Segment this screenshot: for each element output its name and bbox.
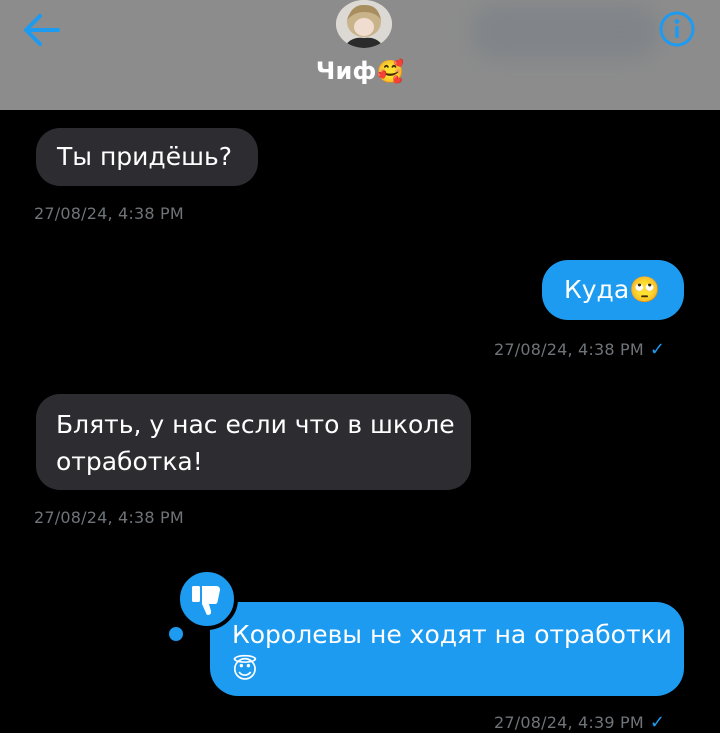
thumbs-down-icon xyxy=(192,586,220,615)
message-text-line: 😇 xyxy=(232,655,259,684)
avatar-image xyxy=(336,0,392,48)
message-text: Куда🙄 xyxy=(564,275,661,304)
message-text-line: отработка! xyxy=(56,447,203,476)
message-timestamp: 27/08/24, 4:39 PM xyxy=(494,713,644,732)
info-circle-icon xyxy=(659,11,695,47)
chat-header: Чиф🥰 xyxy=(0,0,720,110)
contact-name-text: Чиф xyxy=(315,57,377,85)
blurred-region xyxy=(470,4,660,60)
reaction-bubble[interactable] xyxy=(176,568,238,630)
read-check-icon: ✓ xyxy=(649,712,666,733)
message-bubble-incoming[interactable]: Блять, у нас если что в школе отработка! xyxy=(36,394,471,490)
contact-emoji: 🥰 xyxy=(376,60,405,85)
message-timestamp: 27/08/24, 4:38 PM xyxy=(34,204,184,223)
avatar[interactable] xyxy=(336,0,392,48)
arrow-left-icon xyxy=(24,14,60,46)
message-text-line: Блять, у нас если что в школе xyxy=(56,410,455,439)
message-status: 27/08/24, 4:39 PM ✓ xyxy=(494,712,665,733)
message-bubble-outgoing[interactable]: Королевы не ходят на отработки 😇 xyxy=(210,602,684,696)
reaction-tail-dot xyxy=(166,624,186,644)
message-bubble-incoming[interactable]: Ты придёшь? xyxy=(36,128,258,186)
back-button[interactable] xyxy=(18,10,66,50)
contact-name: Чиф🥰 xyxy=(0,57,720,85)
read-check-icon: ✓ xyxy=(649,339,666,360)
message-timestamp: 27/08/24, 4:38 PM xyxy=(494,340,644,359)
message-text-line: Королевы не ходят на отработки xyxy=(232,620,672,649)
message-status: 27/08/24, 4:38 PM ✓ xyxy=(494,339,665,360)
message-text: Ты придёшь? xyxy=(57,142,232,171)
message-timestamp: 27/08/24, 4:38 PM xyxy=(34,508,184,527)
info-button[interactable] xyxy=(658,10,696,48)
message-bubble-outgoing[interactable]: Куда🙄 xyxy=(542,260,684,320)
